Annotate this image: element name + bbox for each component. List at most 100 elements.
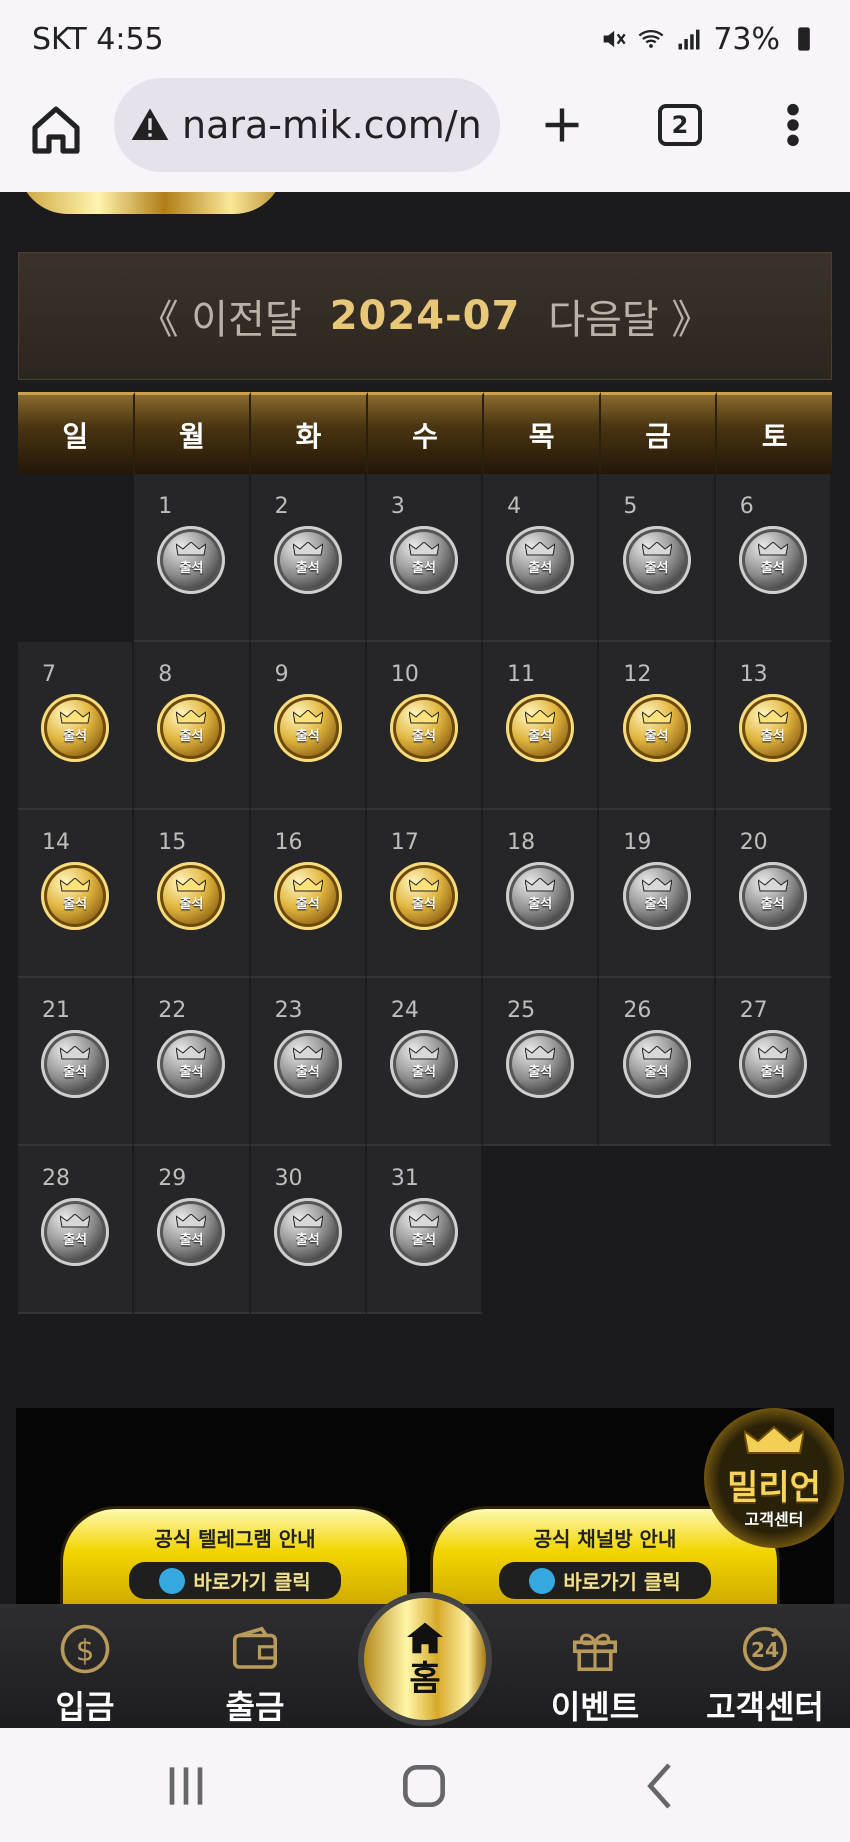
telegram-link[interactable]: 바로가기 클릭 (129, 1562, 341, 1599)
crown-icon (292, 1046, 323, 1060)
million-title: 밀리언 (727, 1468, 821, 1508)
mute-icon (603, 30, 626, 48)
stamp-label: 출석 (63, 1065, 88, 1081)
attendance-stamp-unchecked[interactable]: 출석 (622, 862, 691, 931)
attendance-stamp-unchecked[interactable]: 출석 (157, 526, 226, 595)
day-number: 26 (623, 998, 652, 1023)
weekday-mon: 월 (134, 392, 252, 474)
back-icon[interactable] (634, 1758, 690, 1814)
million-support-badge[interactable]: 밀리언 고객센터 (704, 1408, 844, 1548)
crown-icon (525, 1046, 556, 1060)
promo-banner: 공식 텔레그램 안내 바로가기 클릭 공식 채널방 안내 바로가기 클릭 밀리언… (16, 1408, 844, 1604)
stamp-label: 출석 (179, 561, 204, 577)
calendar-day-cell: 2 출석 (250, 474, 367, 642)
attendance-stamp-unchecked[interactable]: 출석 (506, 1030, 575, 1099)
attendance-stamp-checked[interactable]: 출석 (389, 694, 458, 763)
attendance-stamp-unchecked[interactable]: 출석 (506, 526, 575, 595)
calendar-day-cell: 13 출석 (715, 642, 832, 810)
nav-support[interactable]: 24 고객센터 (680, 1604, 850, 1728)
attendance-stamp-unchecked[interactable]: 출석 (389, 1198, 458, 1267)
attendance-stamp-unchecked[interactable]: 출석 (157, 1030, 226, 1099)
attendance-stamp-checked[interactable]: 출석 (622, 694, 691, 763)
attendance-stamp-checked[interactable]: 출석 (273, 694, 342, 763)
calendar-day-cell: 18 출석 (483, 810, 600, 978)
day-number: 7 (42, 662, 56, 687)
day-number: 15 (158, 830, 187, 855)
day-number: 24 (390, 998, 419, 1023)
attendance-stamp-checked[interactable]: 출석 (506, 694, 575, 763)
crown-icon (60, 1214, 91, 1228)
weekday-header: 일 월 화 수 목 금 토 (18, 392, 833, 474)
channel-link[interactable]: 바로가기 클릭 (499, 1562, 711, 1599)
home-nav-icon[interactable] (396, 1758, 452, 1814)
attendance-stamp-checked[interactable]: 출석 (41, 862, 110, 931)
stamp-label: 출석 (63, 1233, 88, 1249)
calendar-day-cell: 10 출석 (366, 642, 484, 810)
attendance-stamp-unchecked[interactable]: 출석 (41, 1198, 110, 1267)
url-bar[interactable]: nara-mik.com/n (114, 78, 500, 172)
calendar-day-cell: 25 출석 (483, 978, 600, 1146)
telegram-icon (529, 1567, 556, 1594)
telegram-link-label: 바로가기 클릭 (193, 1570, 311, 1594)
attendance-stamp-unchecked[interactable]: 출석 (622, 526, 691, 595)
crown-icon (60, 710, 91, 724)
nav-deposit[interactable]: $ 입금 (0, 1604, 170, 1728)
stamp-label: 출석 (760, 897, 785, 913)
attendance-stamp-unchecked[interactable]: 출석 (273, 1198, 342, 1267)
nav-home[interactable]: 홈 (358, 1592, 492, 1726)
crown-icon (292, 878, 323, 892)
attendance-stamp-checked[interactable]: 출석 (157, 694, 226, 763)
attendance-stamp-unchecked[interactable]: 출석 (622, 1030, 691, 1099)
attendance-stamp-checked[interactable]: 출석 (389, 862, 458, 931)
attendance-stamp-unchecked[interactable]: 출석 (738, 862, 807, 931)
home-icon[interactable] (28, 100, 84, 160)
day-number: 11 (507, 662, 536, 687)
stamp-label: 출석 (412, 1065, 436, 1081)
stamp-label: 출석 (179, 1065, 204, 1081)
telegram-guide-button[interactable]: 공식 텔레그램 안내 바로가기 클릭 (60, 1506, 410, 1604)
attendance-stamp-checked[interactable]: 출석 (738, 694, 807, 763)
attendance-stamp-unchecked[interactable]: 출석 (738, 1030, 807, 1099)
stamp-label: 출석 (412, 561, 436, 577)
home-button[interactable]: 홈 (364, 1598, 486, 1720)
day-number: 17 (390, 830, 419, 855)
day-number: 12 (623, 662, 652, 687)
nav-withdraw[interactable]: 출금 (170, 1604, 340, 1728)
crown-icon (641, 710, 672, 724)
stamp-label: 출석 (644, 729, 669, 745)
crown-icon (408, 1046, 439, 1060)
recent-apps-icon[interactable] (158, 1758, 214, 1814)
crown-icon (525, 542, 556, 556)
crown-icon (408, 878, 439, 892)
weekday-fri: 금 (600, 392, 718, 474)
attendance-stamp-unchecked[interactable]: 출석 (273, 526, 342, 595)
crown-icon (757, 878, 788, 892)
crown-icon (525, 710, 556, 724)
new-tab-icon[interactable] (540, 100, 584, 150)
attendance-stamp-unchecked[interactable]: 출석 (389, 1030, 458, 1099)
attendance-stamp-unchecked[interactable]: 출석 (273, 1030, 342, 1099)
attendance-stamp-checked[interactable]: 출석 (273, 862, 342, 931)
attendance-stamp-checked[interactable]: 출석 (41, 694, 110, 763)
calendar-week: 1 출석 2 출석 3 출석 4 출석 5 출석 6 출석 (18, 474, 832, 642)
crown-icon (60, 878, 91, 892)
attendance-stamp-checked[interactable]: 출석 (157, 862, 226, 931)
calendar-day-cell: 27 출석 (715, 978, 832, 1146)
attendance-stamp-unchecked[interactable]: 출석 (738, 526, 807, 595)
attendance-stamp-unchecked[interactable]: 출석 (41, 1030, 110, 1099)
attendance-stamp-unchecked[interactable]: 출석 (157, 1198, 226, 1267)
support-24-icon: 24 (742, 1626, 788, 1672)
more-menu-icon[interactable] (783, 102, 803, 148)
prev-month-link[interactable]: 《 이전달 (139, 287, 302, 345)
crown-icon (292, 710, 323, 724)
crown-icon (757, 542, 788, 556)
tab-switcher-button[interactable]: 2 (658, 104, 702, 146)
stamp-label: 출석 (528, 1065, 553, 1081)
attendance-stamp-unchecked[interactable]: 출석 (389, 526, 458, 595)
attendance-stamp-unchecked[interactable]: 출석 (506, 862, 575, 931)
wallet-icon (232, 1626, 278, 1669)
next-month-link[interactable]: 다음달 》 (548, 287, 711, 345)
calendar-day-cell: 29 출석 (134, 1146, 251, 1314)
nav-event[interactable]: 이벤트 (510, 1604, 680, 1728)
stamp-label: 출석 (644, 1065, 669, 1081)
